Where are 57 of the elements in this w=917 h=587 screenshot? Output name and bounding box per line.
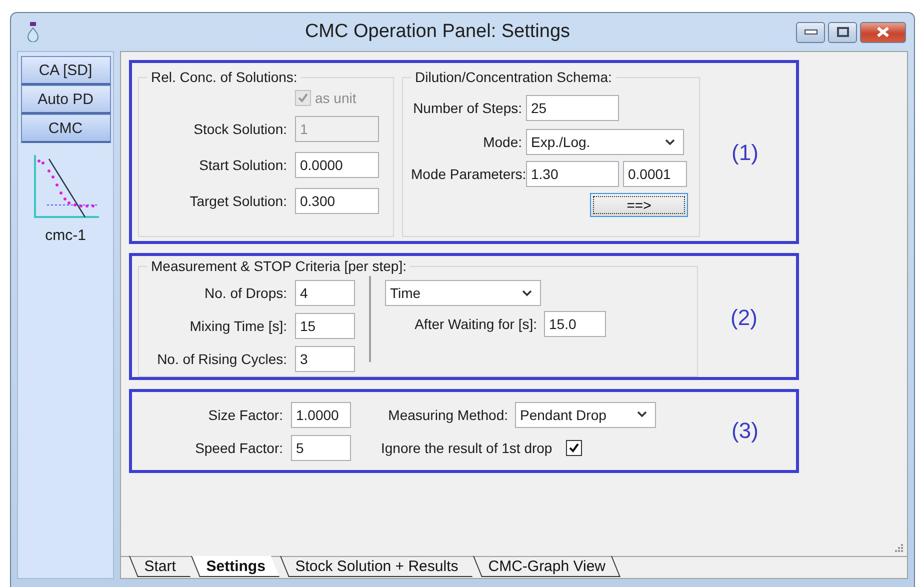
input-field[interactable]: 15: [295, 312, 355, 338]
input-field[interactable]: 25: [526, 95, 619, 121]
sidebar-button[interactable]: CA [SD]: [20, 56, 110, 85]
line-chart-icon: [32, 155, 98, 219]
tab[interactable]: CMC-Graph View: [472, 556, 621, 577]
checkbox-label: Ignore the result of 1st drop: [381, 440, 552, 456]
section-number: (2): [730, 304, 758, 332]
checkbox-label: as unit: [315, 90, 356, 106]
field-label: Size Factor:: [207, 406, 283, 422]
input-field[interactable]: 4: [295, 280, 355, 306]
resize-grip-icon: [893, 542, 903, 552]
apply-button[interactable]: ==>: [590, 193, 688, 217]
chart-label: cmc-1: [45, 227, 86, 244]
input-field[interactable]: 1.30: [526, 161, 619, 187]
group-title: Dilution/Concentration Schema:: [414, 69, 613, 85]
criterion-dropdown[interactable]: Time: [385, 280, 541, 306]
field-label: Measuring Method:: [387, 406, 508, 422]
maximize-button[interactable]: [828, 22, 857, 42]
field-label: After Waiting for [s]:: [414, 316, 537, 332]
drop-icon: [27, 22, 39, 42]
sidebar-button[interactable]: Auto PD: [20, 85, 110, 114]
close-button[interactable]: [860, 22, 906, 42]
tab[interactable]: Start: [129, 556, 190, 577]
mode-dropdown[interactable]: Exp./Log.: [526, 129, 684, 155]
checkbox[interactable]: [566, 440, 582, 456]
input-field[interactable]: 1.0000: [291, 402, 351, 428]
field-label: Mode:: [482, 134, 522, 150]
section-number: (3): [730, 417, 760, 445]
field-label: Target Solution:: [188, 193, 287, 209]
close-icon: [876, 26, 890, 38]
field-label: Mixing Time [s]:: [188, 318, 287, 334]
chevron-down-icon: [637, 411, 647, 418]
field-label: No. of Drops:: [204, 284, 287, 300]
section-number: (1): [730, 139, 760, 167]
chevron-down-icon: [665, 138, 675, 146]
field-label: Number of Steps:: [412, 100, 522, 116]
input-field[interactable]: 0.0001: [623, 161, 687, 187]
input-field[interactable]: 0.0000: [295, 152, 379, 178]
group-title: Rel. Conc. of Solutions:: [150, 69, 298, 85]
minimize-button[interactable]: [796, 22, 825, 42]
window-title: CMC Operation Panel: Settings: [304, 21, 572, 43]
method-dropdown[interactable]: Pendant Drop: [515, 402, 656, 428]
field-label: No. of Rising Cycles:: [156, 350, 287, 366]
chevron-down-icon: [522, 290, 532, 296]
sidebar-button[interactable]: CMC: [20, 114, 110, 143]
group-title: Measurement & STOP Criteria [per step]:: [150, 258, 408, 274]
field-label: Start Solution:: [198, 157, 287, 173]
input-field[interactable]: 3: [295, 346, 355, 372]
input-field[interactable]: 15.0: [544, 311, 606, 337]
minimize-icon: [804, 29, 818, 35]
input-field[interactable]: 5: [291, 434, 351, 460]
input-field[interactable]: 0.300: [295, 188, 379, 214]
field-label: Speed Factor:: [194, 440, 283, 456]
maximize-icon: [836, 27, 848, 37]
tab[interactable]: Stock Solution + Results: [280, 556, 472, 577]
field-label: Stock Solution:: [192, 121, 287, 137]
tab[interactable]: Settings: [190, 556, 280, 577]
